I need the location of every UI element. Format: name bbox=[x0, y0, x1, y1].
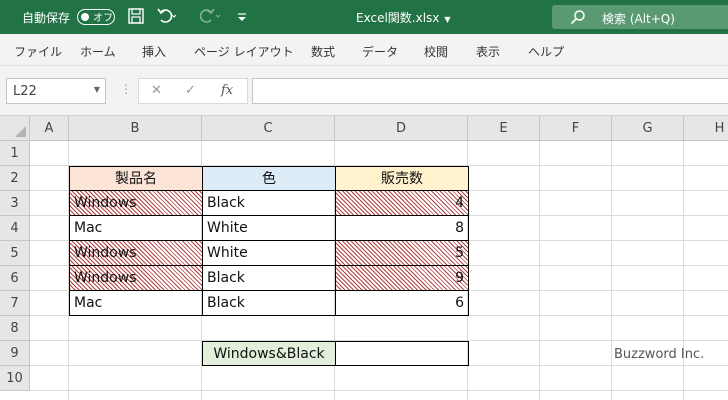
cell-c2[interactable]: 色 bbox=[202, 166, 336, 191]
cell-c3[interactable]: Black bbox=[202, 190, 336, 216]
chevron-down-icon: ▼ bbox=[444, 15, 451, 24]
select-all-triangle-icon bbox=[15, 126, 26, 137]
row-header-8[interactable]: 8 bbox=[0, 316, 30, 341]
cancel-icon[interactable]: ✕ bbox=[151, 83, 162, 98]
cell-b7[interactable]: Mac bbox=[69, 290, 203, 316]
cell-b2[interactable]: 製品名 bbox=[69, 166, 203, 191]
toggle-knob bbox=[81, 12, 89, 21]
tab-review[interactable]: 校閲 bbox=[424, 43, 448, 60]
cell-d6[interactable]: 9 bbox=[335, 265, 469, 291]
row-header-2[interactable]: 2 bbox=[0, 166, 30, 191]
cell-b3[interactable]: Windows bbox=[69, 190, 203, 216]
insert-function-icon[interactable]: fx bbox=[221, 83, 233, 98]
cell-b6[interactable]: Windows bbox=[69, 265, 203, 291]
title-bar: 自動保存 オフ Excel関数.xlsx ▼ 検索 (Alt+Q) bbox=[0, 0, 728, 34]
redo-icon[interactable] bbox=[196, 7, 222, 27]
column-header-b[interactable]: B bbox=[69, 116, 202, 141]
cell-c9[interactable]: Windows&Black bbox=[202, 341, 336, 366]
customize-quick-access-icon[interactable] bbox=[236, 7, 248, 27]
formula-buttons: ✕ ✓ fx bbox=[138, 78, 248, 104]
cell-d5[interactable]: 5 bbox=[335, 240, 469, 266]
row-header-7[interactable]: 7 bbox=[0, 291, 30, 316]
cell-d9[interactable] bbox=[335, 341, 469, 366]
tab-page-layout[interactable]: ページ レイアウト bbox=[194, 43, 294, 60]
column-header-a[interactable]: A bbox=[30, 116, 69, 141]
search-icon bbox=[570, 9, 586, 25]
cell-b4[interactable]: Mac bbox=[69, 215, 203, 241]
column-header-h[interactable]: H bbox=[684, 116, 728, 141]
watermark: Buzzword Inc. bbox=[614, 347, 705, 362]
tab-file[interactable]: ファイル bbox=[14, 43, 62, 60]
row-header-1[interactable]: 1 bbox=[0, 141, 30, 166]
cell-c5[interactable]: White bbox=[202, 240, 336, 266]
autosave-label: 自動保存 bbox=[22, 11, 71, 25]
cell-c7[interactable]: Black bbox=[202, 290, 336, 316]
save-icon[interactable] bbox=[127, 7, 145, 27]
cell-d3[interactable]: 4 bbox=[335, 190, 469, 216]
ribbon-tabs: ファイル ホーム 挿入 ページ レイアウト 数式 データ 校閲 表示 ヘルプ bbox=[0, 34, 728, 66]
chevron-down-icon[interactable]: ▼ bbox=[94, 85, 100, 94]
name-box-value: L22 bbox=[13, 84, 37, 99]
row-header-9[interactable]: 9 bbox=[0, 341, 30, 366]
gridline bbox=[539, 141, 540, 400]
cell-c6[interactable]: Black bbox=[202, 265, 336, 291]
gridline bbox=[30, 390, 728, 391]
column-header-e[interactable]: E bbox=[468, 116, 540, 141]
check-icon[interactable]: ✓ bbox=[185, 83, 196, 98]
worksheet-grid: A B C D E F G H 1 2 3 4 5 6 7 8 9 10 製品名… bbox=[0, 116, 728, 400]
cell-d7[interactable]: 6 bbox=[335, 290, 469, 316]
cell-d2[interactable]: 販売数 bbox=[335, 166, 469, 191]
cell-d4[interactable]: 8 bbox=[335, 215, 469, 241]
autosave-toggle[interactable]: オフ bbox=[77, 9, 115, 25]
more-options-icon[interactable]: ⋮ bbox=[120, 82, 132, 96]
search-placeholder: 検索 (Alt+Q) bbox=[602, 12, 675, 26]
name-box[interactable]: L22 ▼ bbox=[6, 78, 106, 104]
formula-bar: L22 ▼ ⋮ ✕ ✓ fx bbox=[0, 66, 728, 116]
column-header-c[interactable]: C bbox=[202, 116, 335, 141]
formula-input[interactable] bbox=[252, 78, 728, 104]
undo-icon[interactable] bbox=[156, 7, 178, 27]
tab-formulas[interactable]: 数式 bbox=[311, 43, 335, 60]
row-header-10[interactable]: 10 bbox=[0, 366, 30, 391]
column-header-f[interactable]: F bbox=[540, 116, 612, 141]
select-all-button[interactable] bbox=[0, 116, 30, 141]
tab-help[interactable]: ヘルプ bbox=[528, 43, 564, 60]
tab-view[interactable]: 表示 bbox=[476, 43, 500, 60]
tab-insert[interactable]: 挿入 bbox=[142, 43, 166, 60]
tab-home[interactable]: ホーム bbox=[80, 43, 116, 60]
column-header-d[interactable]: D bbox=[335, 116, 468, 141]
document-title[interactable]: Excel関数.xlsx ▼ bbox=[356, 9, 451, 26]
row-header-6[interactable]: 6 bbox=[0, 266, 30, 291]
row-header-4[interactable]: 4 bbox=[0, 216, 30, 241]
row-header-3[interactable]: 3 bbox=[0, 191, 30, 216]
column-header-g[interactable]: G bbox=[612, 116, 684, 141]
cell-b5[interactable]: Windows bbox=[69, 240, 203, 266]
cell-c4[interactable]: White bbox=[202, 215, 336, 241]
search-box[interactable]: 検索 (Alt+Q) bbox=[552, 5, 728, 29]
autosave-state: オフ bbox=[93, 13, 113, 24]
row-header-5[interactable]: 5 bbox=[0, 241, 30, 266]
tab-data[interactable]: データ bbox=[362, 43, 398, 60]
gridline bbox=[611, 141, 612, 400]
